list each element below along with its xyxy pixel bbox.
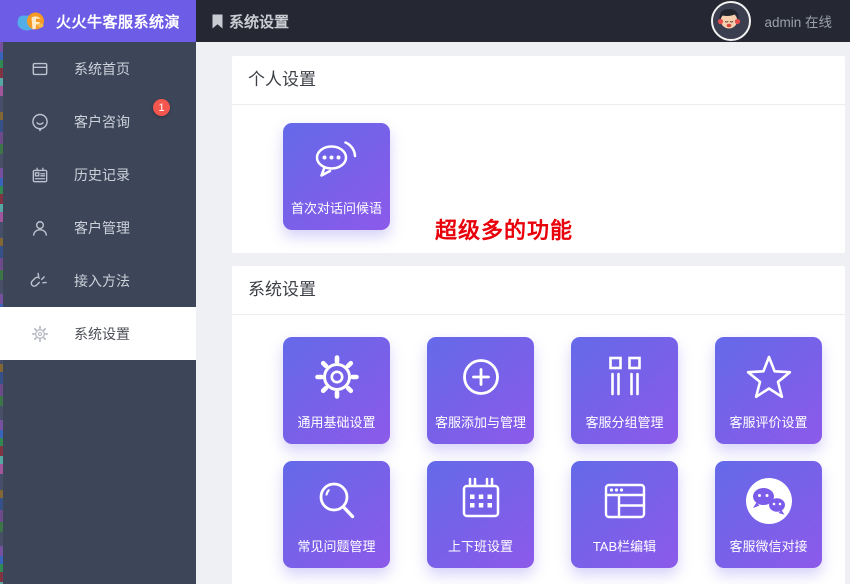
topbar: 系统设置 admin 在线 — [196, 0, 850, 42]
wechat-icon — [742, 465, 796, 536]
link-spark-icon — [30, 271, 50, 291]
personal-settings-panel: 个人设置 首次对话问候语 超级多的功能 — [232, 56, 845, 253]
card-label: 客服微信对接 — [729, 536, 807, 555]
app-logo-icon — [16, 8, 46, 34]
clipboard-icon — [30, 165, 50, 185]
main-content: 个人设置 首次对话问候语 超级多的功能 系统设置 — [196, 42, 850, 584]
sidebar-item-home[interactable]: 系统首页 — [0, 42, 196, 95]
card-rating-settings[interactable]: 客服评价设置 — [715, 337, 822, 444]
greeting-chat-icon — [310, 127, 364, 198]
tab-window-icon — [598, 465, 652, 536]
card-label: 客服分组管理 — [585, 412, 663, 431]
card-label: 客服评价设置 — [729, 412, 807, 431]
sidebar-item-consult[interactable]: 客户咨询 1 — [0, 95, 196, 148]
sidebar-item-history[interactable]: 历史记录 — [0, 148, 196, 201]
user-status: admin 在线 — [764, 11, 832, 31]
avatar[interactable] — [711, 1, 751, 41]
card-faq-manage[interactable]: 常见问题管理 — [283, 461, 390, 568]
sidebar-item-label: 历史记录 — [74, 165, 130, 185]
sidebar-item-access[interactable]: 接入方法 — [0, 254, 196, 307]
card-tab-editor[interactable]: TAB栏编辑 — [571, 461, 678, 568]
section-title: 个人设置 — [232, 56, 845, 105]
calendar-icon — [454, 465, 508, 536]
system-settings-panel: 系统设置 通用基础设置 — [232, 266, 845, 584]
card-label: 客服添加与管理 — [435, 412, 526, 431]
plus-circle-icon — [454, 341, 508, 412]
gear-icon — [310, 341, 364, 412]
star-icon — [742, 341, 796, 412]
card-agent-groups[interactable]: 客服分组管理 — [571, 337, 678, 444]
sidebar-item-settings[interactable]: 系统设置 — [0, 307, 196, 360]
logo-bar: 火火牛客服系统演 — [0, 0, 196, 42]
card-shift-settings[interactable]: 上下班设置 — [427, 461, 534, 568]
card-label: 常见问题管理 — [297, 536, 375, 555]
chat-smiley-icon — [30, 112, 50, 132]
sidebar-item-customers[interactable]: 客户管理 — [0, 201, 196, 254]
person-icon — [30, 218, 50, 238]
card-label: 首次对话问候语 — [291, 198, 382, 217]
page-title: 系统设置 — [229, 11, 289, 32]
sidebar-item-label: 系统设置 — [74, 324, 130, 344]
sidebar-item-label: 接入方法 — [74, 271, 130, 291]
unread-badge: 1 — [153, 99, 170, 116]
sidebar-item-label: 客户管理 — [74, 218, 130, 238]
card-agent-add-manage[interactable]: 客服添加与管理 — [427, 337, 534, 444]
sidebar-item-label: 系统首页 — [74, 59, 130, 79]
sidebar: 火火牛客服系统演 系统首页 客户咨询 1 — [0, 0, 196, 584]
section-title: 系统设置 — [232, 266, 845, 315]
card-first-greeting[interactable]: 首次对话问候语 — [283, 123, 390, 230]
bookmark-icon — [212, 14, 223, 29]
breadcrumb: 系统设置 — [212, 11, 289, 32]
card-label: 通用基础设置 — [297, 412, 375, 431]
card-label: TAB栏编辑 — [593, 536, 656, 555]
settings-grid: 通用基础设置 客服添加与管理 — [232, 315, 845, 584]
promo-note: 超级多的功能 — [435, 213, 573, 245]
card-label: 上下班设置 — [448, 536, 513, 555]
gear-icon — [30, 324, 50, 344]
window-icon — [30, 59, 50, 79]
sidebar-menu: 系统首页 客户咨询 1 历史记录 — [0, 42, 196, 360]
app-title: 火火牛客服系统演 — [56, 11, 180, 32]
card-general-settings[interactable]: 通用基础设置 — [283, 337, 390, 444]
sidebar-item-label: 客户咨询 — [74, 112, 130, 132]
group-icon — [598, 341, 652, 412]
card-wechat-connect[interactable]: 客服微信对接 — [715, 461, 822, 568]
magnifier-icon — [310, 465, 364, 536]
